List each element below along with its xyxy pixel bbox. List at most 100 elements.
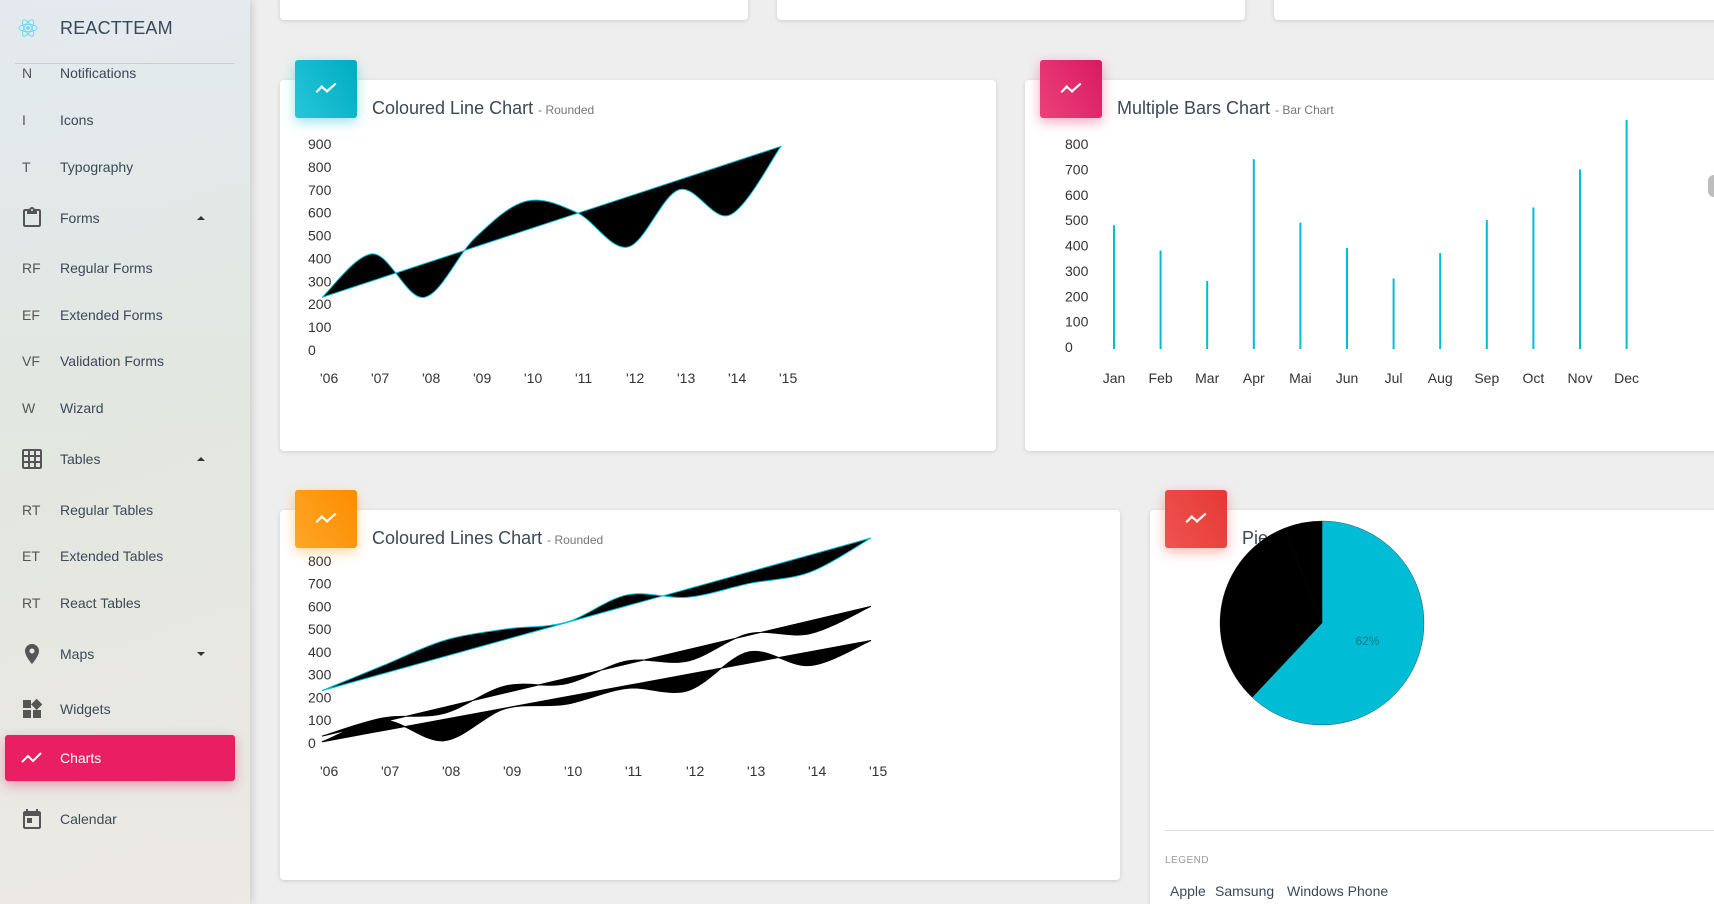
x-tick-label: '07 [371, 370, 389, 386]
data-point [871, 538, 872, 539]
sidebar-item-widgets[interactable]: Widgets [5, 686, 235, 732]
data-point [688, 661, 689, 662]
data-point [566, 622, 567, 623]
legend-item-windows-phone: Windows Phone [1287, 883, 1389, 899]
bar [1625, 119, 1628, 349]
coloured-line-chart-card: Coloured Line Chart - Rounded 0 100 200 300… [280, 80, 996, 451]
sidebar-item-extended-forms[interactable]: EF Extended Forms [5, 292, 235, 338]
x-tick-label: '06 [320, 370, 338, 386]
y-tick-label: 600 [308, 205, 332, 221]
y-tick-label: 300 [308, 273, 332, 289]
data-point [566, 683, 567, 684]
sidebar-item-label: Icons [60, 112, 94, 128]
data-point [871, 640, 872, 641]
data-point [424, 297, 425, 298]
x-tick-label: Mai [1289, 370, 1312, 386]
sidebar-item-react-tables[interactable]: RT React Tables [5, 580, 235, 626]
pie-chart-card: Pie Chart 62% LEGEND Apple Samsung Windo… [1150, 510, 1714, 904]
sidebar-item-label: Tables [60, 451, 101, 467]
sidebar-item-extended-tables[interactable]: ET Extended Tables [5, 533, 235, 579]
x-tick-label: '09 [503, 763, 521, 779]
data-point [505, 686, 506, 687]
card-icon-box [295, 490, 357, 548]
bar [1113, 225, 1115, 349]
sidebar-item-charts[interactable]: Charts [5, 735, 235, 781]
data-point [679, 189, 680, 190]
x-tick-label: '10 [524, 370, 542, 386]
sidebar-item-label: Regular Tables [60, 502, 154, 518]
x-tick-label: Oct [1523, 370, 1545, 386]
sidebar-item-label: React Tables [60, 595, 141, 611]
data-point [383, 720, 384, 721]
sidebar-item-typography[interactable]: T Typography [5, 144, 235, 190]
card-icon-box [295, 60, 357, 118]
y-tick-label: 500 [1065, 212, 1089, 228]
pie-legend: LEGEND Apple Samsung Windows Phone [1165, 855, 1665, 904]
data-point [688, 597, 689, 598]
sidebar-item-tables[interactable]: Tables [5, 436, 235, 482]
y-tick-label: 500 [308, 621, 332, 637]
x-tick-label: '14 [808, 763, 826, 779]
x-tick-label: '08 [422, 370, 440, 386]
data-point [475, 237, 476, 238]
data-point [526, 201, 527, 202]
data-point [749, 633, 750, 634]
x-tick-label: '12 [626, 370, 644, 386]
bar [1252, 159, 1255, 349]
sidebar-item-notifications[interactable]: N Notifications [5, 50, 235, 96]
y-tick-label: 0 [308, 342, 316, 358]
grid-icon [22, 449, 42, 469]
sidebar-item-mini: EF [22, 307, 40, 323]
sidebar-item-mini: N [22, 65, 33, 81]
x-tick-label: '12 [686, 763, 704, 779]
x-tick-label: Jun [1336, 370, 1359, 386]
sidebar-item-maps[interactable]: Maps [5, 631, 235, 677]
coloured-lines-chart-card: Coloured Lines Chart - Rounded 0 100 200 30… [280, 510, 1120, 880]
x-tick-label: '11 [625, 763, 642, 779]
x-tick-label: '06 [320, 763, 338, 779]
brand-title: REACTTEAM [60, 18, 173, 38]
x-tick-label: '14 [728, 370, 746, 386]
data-point [322, 690, 323, 691]
sidebar-item-validation-forms[interactable]: VF Validation Forms [5, 338, 235, 384]
coloured-line-chart: 0 100 200 300 400 500 600 700 800 900 '06 '07 '08 '09… [308, 136, 797, 386]
x-tick-label: '15 [869, 763, 887, 779]
sidebar-item-mini: W [22, 400, 36, 416]
y-tick-label: 200 [308, 689, 332, 705]
bar [1485, 220, 1488, 349]
bar [1579, 169, 1581, 349]
sidebar-item-wizard[interactable]: W Wizard [5, 385, 235, 431]
timeline-icon [1060, 82, 1082, 94]
sidebar-item-calendar[interactable]: Calendar [5, 796, 235, 842]
sidebar: REACTTEAM N Notifications I Icons T Typo… [0, 0, 250, 904]
sidebar-item-mini: VF [22, 353, 40, 369]
y-tick-label: 400 [308, 644, 332, 660]
data-point [627, 661, 628, 662]
sidebar-item-regular-tables[interactable]: RT Regular Tables [5, 487, 235, 533]
caret-up-icon [197, 216, 205, 220]
sidebar-item-icons[interactable]: I Icons [5, 97, 235, 143]
data-point [749, 651, 750, 652]
widgets-icon [23, 698, 43, 718]
sidebar-item-mini: ET [22, 548, 40, 564]
data-point [730, 214, 731, 215]
sidebar-item-mini: T [22, 159, 31, 175]
sidebar-item-forms[interactable]: Forms [5, 195, 235, 241]
data-point [577, 212, 578, 213]
sidebar-item-mini: I [22, 112, 26, 128]
sidebar-item-label: Validation Forms [60, 353, 165, 369]
x-tick-label: '09 [473, 370, 491, 386]
y-tick-label: 100 [308, 712, 332, 728]
scrollbar-thumb[interactable] [1708, 175, 1714, 197]
data-point [373, 253, 374, 254]
y-tick-label: 500 [308, 228, 332, 244]
timeline-icon [315, 82, 337, 94]
data-point [810, 665, 811, 666]
sidebar-item-regular-forms[interactable]: RF Regular Forms [5, 245, 235, 291]
data-point [322, 741, 323, 742]
card-icon-box [1040, 60, 1102, 118]
y-tick-label: 400 [1065, 238, 1089, 254]
bar [1159, 250, 1162, 349]
series-line [321, 605, 872, 737]
series-line [321, 537, 872, 692]
